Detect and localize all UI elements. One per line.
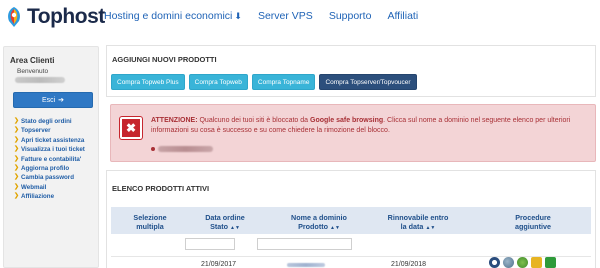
row-renew-date: 21/09/2018 [391, 261, 427, 268]
welcome-text: Benvenuto [17, 68, 49, 75]
buy-topweb-button[interactable]: Compra Topweb [188, 74, 248, 90]
alert-bold-term: Google safe browsing [310, 117, 384, 124]
alert-prefix: ATTENZIONE: [151, 117, 198, 124]
chevron-right-icon: ❯ [14, 136, 20, 143]
tophost-logo[interactable]: Tophost [4, 4, 105, 30]
safe-browsing-alert: ✖ ATTENZIONE: Qualcuno dei tuoi siti è b… [110, 104, 596, 162]
chevron-right-icon: ❯ [14, 193, 20, 200]
col-procedure: Procedure aggiuntive [483, 213, 583, 231]
chevron-right-icon: ❯ [14, 127, 20, 134]
buy-topserver-button[interactable]: Compra Topserver/Topvoucer [319, 74, 417, 90]
lock-icon[interactable] [531, 257, 542, 268]
sidebar-item-label: Stato degli ordini [21, 118, 72, 125]
arrow-right-icon: ➔ [58, 97, 65, 104]
sidebar-item-label: Fatture e contabilita' [21, 155, 82, 163]
col-data-l2: Stato [210, 222, 229, 231]
chevron-right-icon: ❯ [14, 183, 20, 190]
sidebar-title: Area Clienti [10, 56, 55, 65]
col-selezione-l2: multipla [136, 222, 164, 231]
sidebar-item-label: Aggiorna profilo [21, 164, 70, 172]
sidebar-menu: ❯ Stato degli ordini ❯ Topserver ❯ Apri tic… [14, 117, 85, 202]
nav-affiliati[interactable]: Affiliati [387, 10, 418, 22]
sidebar-item-label: Cambia password [21, 174, 74, 182]
nav-supporto[interactable]: Supporto [329, 10, 372, 22]
sidebar-item-affiliazione[interactable]: ❯ Affiliazione [14, 192, 85, 201]
blocked-domain-link-redacted[interactable] [158, 146, 213, 152]
sidebar-item-label: Webmail [21, 183, 47, 191]
client-area-sidebar: Area Clienti Benvenuto Esci ➔ ❯ Stato deg… [3, 46, 99, 268]
user-icon[interactable] [503, 257, 514, 268]
col-rinnovabile[interactable]: Rinnovabile entro la data ▲▼ [373, 213, 463, 233]
sidebar-item-label: Topserver [21, 127, 51, 135]
chevron-right-icon: ❯ [14, 146, 20, 153]
add-products-buttons: Compra Topweb Plus Compra Topweb Compra … [111, 74, 417, 90]
chevron-right-icon: ❯ [14, 118, 20, 124]
username-redacted [15, 77, 65, 83]
active-products-heading: ELENCO PRODOTTI ATTIVI [112, 184, 210, 193]
chevron-right-icon: ❯ [14, 164, 20, 171]
nav-hosting-label: Hosting e domini economici [104, 10, 233, 22]
sidebar-item-aggiorna-profilo[interactable]: ❯ Aggiorna profilo [14, 164, 85, 173]
row-order-date: 21/09/2017 [201, 261, 237, 268]
row-actions [489, 257, 556, 268]
sidebar-item-label: Apri ticket assistenza [21, 136, 85, 144]
sort-icon: ▲▼ [330, 225, 340, 231]
chevron-right-icon: ❯ [14, 174, 20, 181]
sidebar-item-label: Affiliazione [21, 193, 55, 201]
col-rinnovabile-l1: Rinnovabile entro [387, 213, 449, 222]
chevron-right-icon: ❯ [14, 155, 20, 162]
sidebar-item-label: Visualizza i tuoi ticket [21, 146, 85, 154]
sort-icon: ▲▼ [230, 225, 240, 231]
sidebar-item-topserver[interactable]: ❯ Topserver [14, 126, 85, 135]
filter-domain-input[interactable] [257, 238, 352, 250]
buy-topweb-plus-button[interactable]: Compra Topweb Plus [111, 74, 185, 90]
col-rinnovabile-l2: la data [400, 222, 424, 231]
add-products-panel: AGGIUNGI NUOVI PRODOTTI Compra Topweb Pl… [106, 45, 596, 97]
chevron-down-icon: ⬇ [234, 11, 242, 21]
sidebar-item-webmail[interactable]: ❯ Webmail [14, 183, 85, 192]
sidebar-item-fatture[interactable]: ❯ Fatture e contabilita' [14, 155, 85, 164]
list-bullet [151, 147, 155, 151]
logout-button-label: Esci [41, 96, 56, 104]
col-nome-l2: Prodotto [298, 222, 329, 231]
buy-topname-button[interactable]: Compra Topname [251, 74, 316, 90]
logo-text: Tophost [27, 5, 105, 28]
col-nome-dominio[interactable]: Nome a dominio Prodotto ▲▼ [267, 213, 371, 233]
sort-icon: ▲▼ [425, 225, 436, 231]
col-selezione: Selezione multipla [115, 213, 185, 231]
active-products-panel: ELENCO PRODOTTI ATTIVI Selezione multipla… [106, 170, 596, 268]
top-navigation-bar: Tophost Hosting e domini economici ⬇ Serv… [0, 0, 600, 34]
col-procedure-l2: aggiuntive [515, 222, 551, 231]
close-x-icon: ✖ [120, 117, 142, 139]
col-data-l1: Data ordine [205, 213, 245, 222]
settings-icon[interactable] [489, 257, 500, 268]
sidebar-item-apri-ticket[interactable]: ❯ Apri ticket assistenza [14, 136, 85, 145]
alert-text-before: Qualcuno dei tuoi siti è bloccato da [197, 117, 311, 124]
row-domain-redacted[interactable] [287, 263, 325, 267]
sidebar-item-visualizza-ticket[interactable]: ❯ Visualizza i tuoi ticket [14, 145, 85, 154]
main-nav: Hosting e domini economici ⬇ Server VPS S… [104, 10, 418, 22]
logo-mark-icon [4, 6, 24, 28]
nav-hosting[interactable]: Hosting e domini economici ⬇ [104, 10, 242, 22]
upgrade-icon[interactable] [545, 257, 556, 268]
col-nome-l1: Nome a dominio [291, 213, 347, 222]
sidebar-item-cambia-password[interactable]: ❯ Cambia password [14, 173, 85, 182]
col-selezione-l1: Selezione [133, 213, 167, 222]
globe-icon[interactable] [517, 257, 528, 268]
filter-date-input[interactable] [185, 238, 235, 250]
nav-server-vps[interactable]: Server VPS [258, 10, 313, 22]
sidebar-item-stato-ordini[interactable]: ❯ Stato degli ordini [14, 117, 85, 126]
col-procedure-l1: Procedure [515, 213, 551, 222]
logout-button[interactable]: Esci ➔ [13, 92, 93, 108]
add-products-heading: AGGIUNGI NUOVI PRODOTTI [112, 55, 217, 64]
col-data-ordine[interactable]: Data ordine Stato ▲▼ [187, 213, 263, 233]
alert-message: ATTENZIONE: Qualcuno dei tuoi siti è blo… [151, 116, 586, 136]
table-header: Selezione multipla Data ordine Stato ▲▼ Nom… [111, 207, 591, 234]
